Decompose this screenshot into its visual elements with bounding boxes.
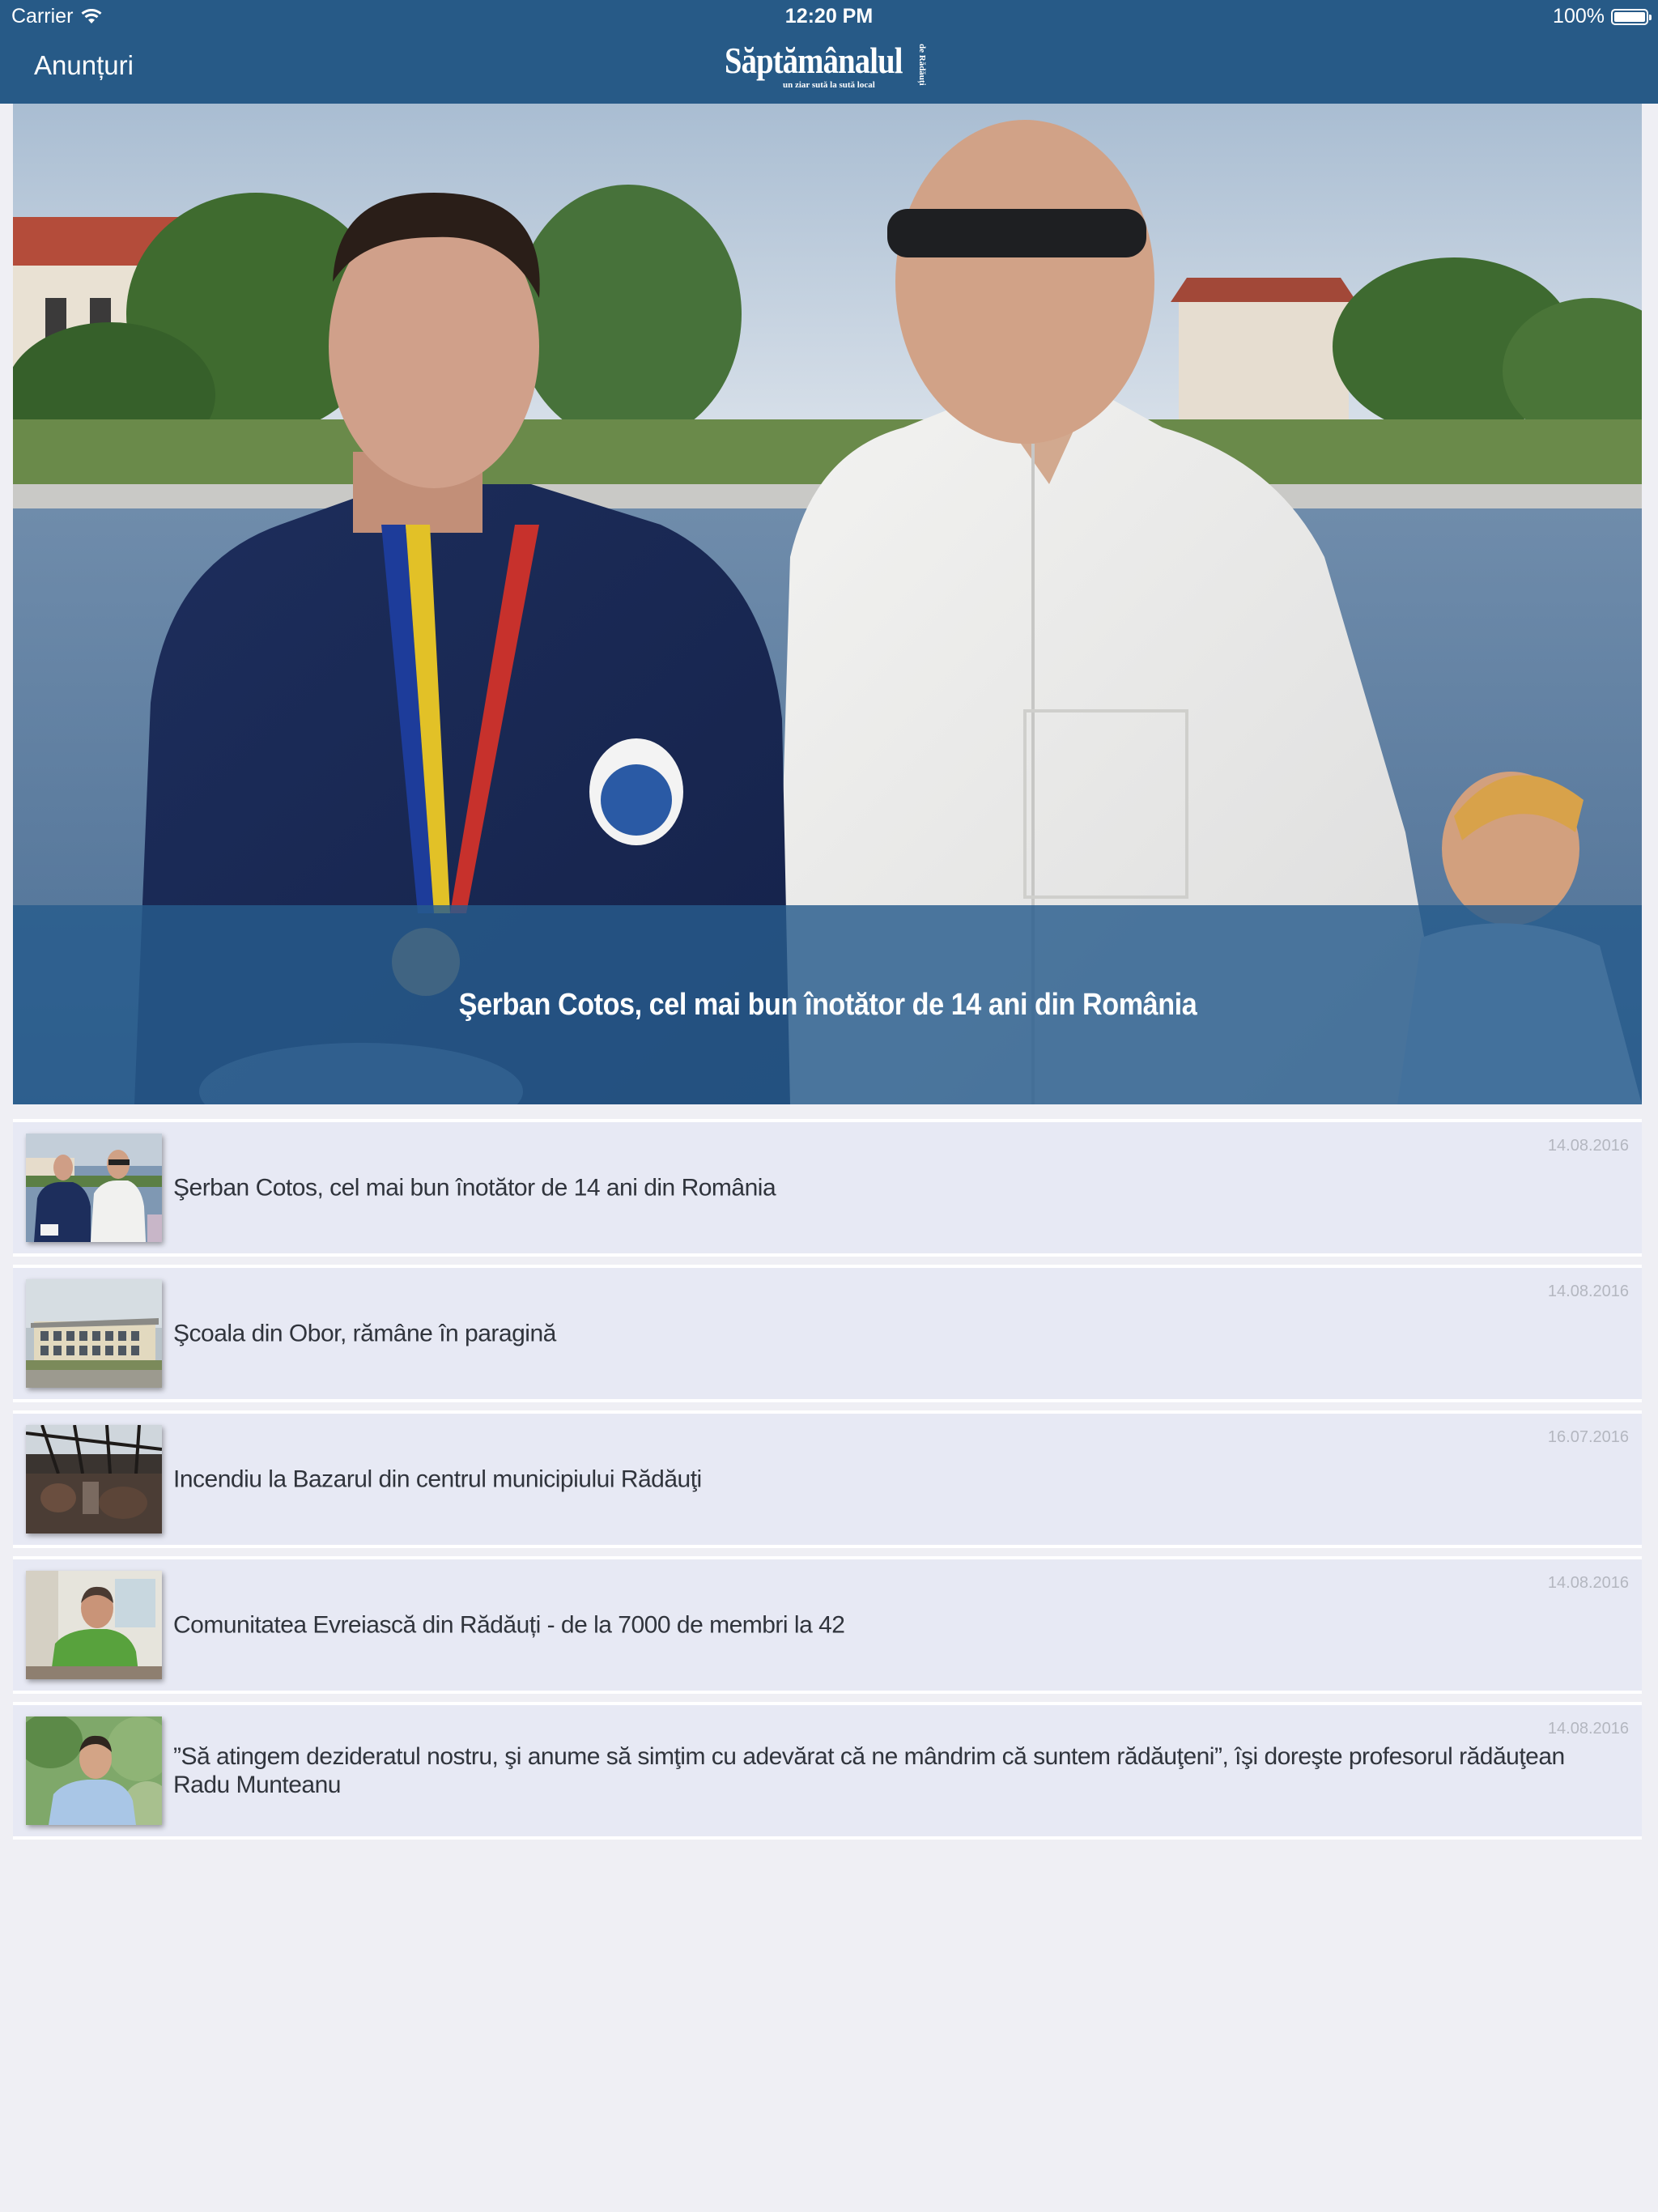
man-portrait-photo [26, 1716, 162, 1825]
school-building-photo [26, 1279, 162, 1388]
logo-title: Săptămânalul [725, 40, 903, 81]
man-green-shirt-photo [26, 1571, 162, 1679]
news-title: ”Să atingem dezideratul nostru, şi anume… [173, 1743, 1565, 1798]
swimmer-photo [26, 1134, 162, 1242]
news-title: Şerban Cotos, cel mai bun înotător de 14… [173, 1174, 776, 1202]
news-thumbnail [26, 1279, 162, 1388]
navigation-header: Carrier 12:20 PM 100% Anunțuri Săptămâna… [0, 0, 1658, 104]
announcements-button[interactable]: Anunțuri [34, 50, 134, 81]
news-item[interactable]: 14.08.2016 ”Să atingem dezideratul nostr… [13, 1702, 1642, 1840]
news-date: 14.08.2016 [1547, 1720, 1629, 1738]
battery-indicator: 100% [1553, 5, 1652, 28]
battery-percent: 100% [1553, 5, 1605, 28]
burned-bazaar-photo [26, 1425, 162, 1534]
news-thumbnail [26, 1134, 162, 1242]
news-date: 14.08.2016 [1547, 1283, 1629, 1300]
newspaper-logo[interactable]: Săptămânalul un ziar sută la sută local … [725, 42, 935, 96]
news-thumbnail [26, 1571, 162, 1679]
news-thumbnail [26, 1716, 162, 1825]
logo-tagline: un ziar sută la sută local [783, 80, 875, 90]
news-date: 14.08.2016 [1547, 1137, 1629, 1155]
featured-title: Şerban Cotos, cel mai bun înotător de 14… [458, 987, 1197, 1022]
status-bar: Carrier 12:20 PM 100% [0, 0, 1658, 32]
news-date: 16.07.2016 [1547, 1428, 1629, 1446]
news-title: Incendiu la Bazarul din centrul municipi… [173, 1465, 702, 1493]
news-title: Comunitatea Evreiască din Rădăuți - de l… [173, 1611, 845, 1639]
news-title: Şcoala din Obor, rămâne în paragină [173, 1320, 556, 1347]
news-item[interactable]: 14.08.2016 Şerban Cotos, cel mai bun îno… [13, 1119, 1642, 1257]
news-date: 14.08.2016 [1547, 1574, 1629, 1592]
battery-icon [1611, 8, 1652, 25]
logo-side-text: de Rădăuți [917, 44, 927, 86]
news-list: 14.08.2016 Şerban Cotos, cel mai bun îno… [13, 1119, 1642, 1848]
news-item[interactable]: 14.08.2016 Comunitatea Evreiască din Răd… [13, 1556, 1642, 1694]
news-item[interactable]: 14.08.2016 Şcoala din Obor, rămâne în pa… [13, 1265, 1642, 1402]
news-thumbnail [26, 1425, 162, 1534]
featured-caption: Şerban Cotos, cel mai bun înotător de 14… [13, 905, 1642, 1104]
news-item[interactable]: 16.07.2016 Incendiu la Bazarul din centr… [13, 1410, 1642, 1548]
featured-article[interactable]: Şerban Cotos, cel mai bun înotător de 14… [13, 104, 1642, 1104]
status-time: 12:20 PM [784, 5, 874, 28]
